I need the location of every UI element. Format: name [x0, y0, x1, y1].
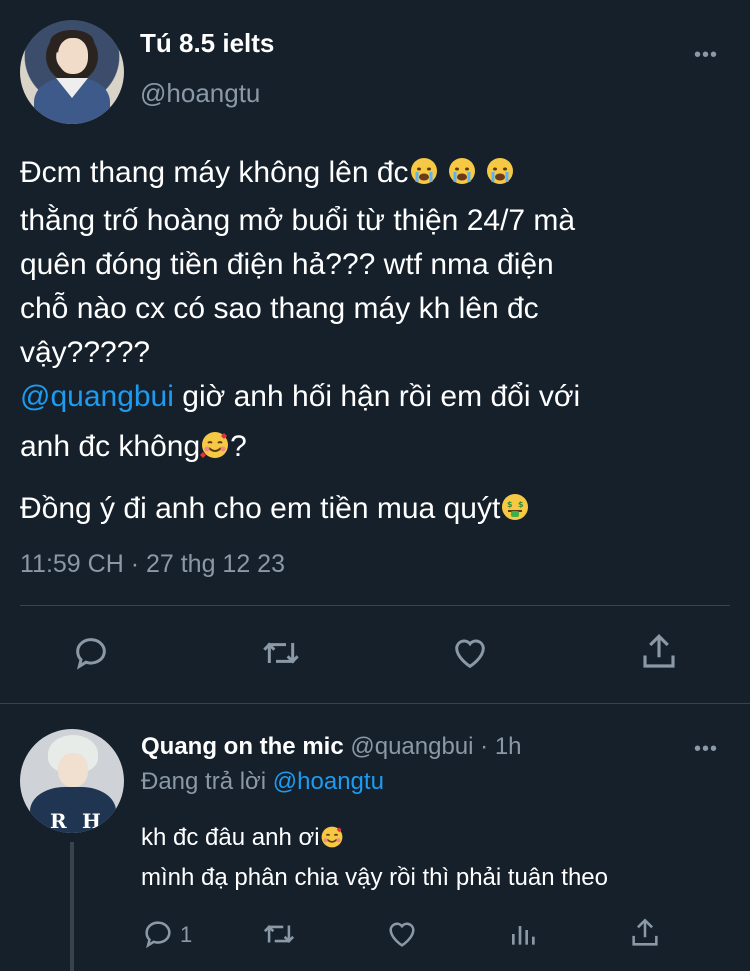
more-options-icon[interactable]: •••: [694, 738, 718, 761]
tweet-text-segment: Đồng ý đi anh cho em tiền mua quýt: [20, 492, 501, 525]
avatar-jacket: [30, 787, 116, 833]
reply-header: Quang on the mic @quangbui · 1h: [141, 733, 522, 761]
smiling-hearts-emoji-icon: [320, 824, 344, 860]
share-icon[interactable]: [628, 915, 662, 951]
reply-line: mình đạ phân chia vậy rồi thì phải tuân …: [141, 864, 608, 891]
thread-connector: [70, 842, 74, 971]
author-name[interactable]: Tú 8.5 ielts: [140, 28, 274, 59]
replying-to-label: Đang trả lời: [141, 768, 273, 795]
svg-text:$: $: [518, 500, 524, 509]
retweet-icon[interactable]: [259, 633, 303, 673]
author-avatar[interactable]: [20, 20, 124, 124]
crying-emoji-icon: [447, 155, 477, 199]
more-options-icon[interactable]: •••: [694, 44, 718, 67]
crying-emoji-icon: [485, 155, 515, 199]
crying-emoji-icon: [409, 155, 439, 199]
tweet-line: Đồng ý đi anh cho em tiền mua quýt $ $: [20, 487, 730, 535]
tweet-body: Đcm thang máy không lên đc thằng trố hoà…: [20, 151, 730, 535]
reply-author-handle[interactable]: @quangbui: [350, 733, 473, 760]
reply-time[interactable]: · 1h: [480, 733, 521, 760]
tweet-line: chỗ nào cx có sao thang máy kh lên đc: [20, 292, 539, 325]
tweet-text-segment: giờ anh hối hận rồi em đổi với: [173, 380, 581, 413]
smiling-hearts-emoji-icon: [200, 429, 230, 473]
divider: [0, 703, 750, 704]
tweet-text-segment: Đcm thang máy không lên đc: [20, 156, 409, 189]
tweet-line: anh đc không?: [20, 425, 730, 473]
reply-body: kh đc đâu anh ơi mình đạ phân chia vậy r…: [141, 820, 608, 896]
svg-text:$: $: [507, 500, 513, 509]
replying-to: Đang trả lời @hoangtu: [141, 768, 384, 796]
reply-icon[interactable]: [141, 917, 175, 951]
like-icon[interactable]: [384, 917, 420, 951]
like-icon[interactable]: [449, 633, 491, 673]
tweet-line: thằng trố hoàng mở buổi từ thiện 24/7 mà: [20, 204, 576, 237]
avatar-face: [58, 753, 88, 787]
author-handle[interactable]: @hoangtu: [140, 78, 260, 109]
tweet-line: vậy?????: [20, 336, 151, 369]
avatar-jacket-letter: H: [82, 809, 101, 833]
reply-author-avatar[interactable]: R H: [20, 729, 124, 833]
reply-icon[interactable]: [71, 633, 111, 673]
divider: [20, 605, 730, 606]
retweet-icon[interactable]: [260, 917, 298, 951]
replying-to-link[interactable]: @hoangtu: [273, 768, 384, 795]
mention-link[interactable]: @quangbui: [20, 380, 174, 413]
analytics-icon[interactable]: [508, 917, 540, 951]
reply-count: 1: [180, 922, 193, 947]
reply-text-segment: kh đc đâu anh ơi: [141, 824, 320, 851]
tweet-line: quên đóng tiền điện hả??? wtf nma điện: [20, 248, 554, 281]
tweet-timestamp[interactable]: 11:59 CH · 27 thg 12 23: [20, 550, 285, 579]
tweet-text-segment: ?: [230, 430, 247, 463]
tweet-line: Đcm thang máy không lên đc: [20, 151, 730, 199]
avatar-jacket-letter: R: [50, 809, 67, 833]
reply-author-name[interactable]: Quang on the mic: [141, 733, 344, 760]
share-icon[interactable]: [638, 631, 680, 673]
reply-line: kh đc đâu anh ơi: [141, 820, 608, 860]
tweet-line: @quangbui giờ anh hối hận rồi em đổi với: [20, 375, 730, 419]
money-mouth-emoji-icon: $ $: [500, 491, 530, 535]
avatar-face: [58, 38, 88, 74]
tweet-text-segment: anh đc không: [20, 430, 201, 463]
